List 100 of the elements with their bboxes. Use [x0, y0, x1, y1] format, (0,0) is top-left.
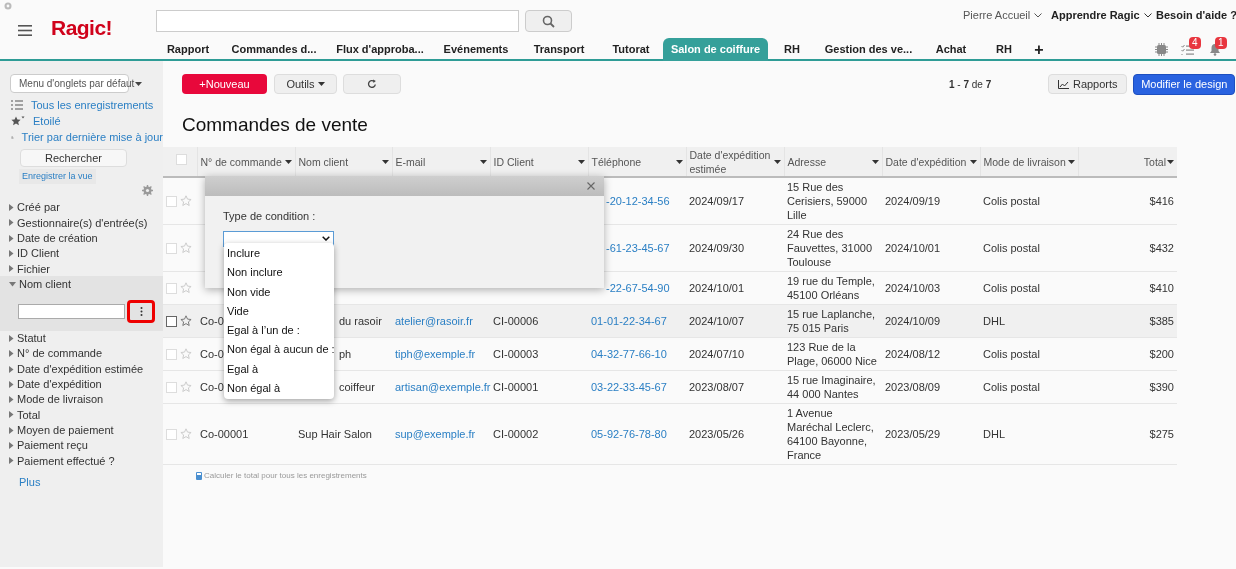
- dropdown-option[interactable]: Non vide: [224, 282, 334, 302]
- caret-icon[interactable]: [1067, 159, 1075, 164]
- phone-link[interactable]: 04-32-77-66-10: [591, 348, 667, 360]
- refresh-button[interactable]: [343, 74, 401, 94]
- phone-link[interactable]: -61-23-45-67: [606, 242, 670, 254]
- filter-input[interactable]: [18, 303, 125, 319]
- user-menu[interactable]: Pierre Accueil: [963, 7, 1043, 24]
- menu-icon[interactable]: [18, 25, 32, 36]
- tab[interactable]: Achat: [921, 38, 981, 61]
- search-button[interactable]: Rechercher: [20, 149, 127, 167]
- tab[interactable]: Gestion des ve...: [816, 38, 921, 61]
- tab[interactable]: Commandes d...: [221, 38, 327, 61]
- column-header[interactable]: Total: [1143, 154, 1166, 169]
- caret-icon[interactable]: [969, 159, 977, 164]
- email-link[interactable]: artisan@exemple.fr: [395, 381, 491, 393]
- new-button[interactable]: +Nouveau: [182, 74, 267, 94]
- caret-icon[interactable]: [1167, 159, 1174, 164]
- star-icon[interactable]: [180, 381, 192, 393]
- search-button[interactable]: [525, 10, 572, 32]
- email-link[interactable]: atelier@rasoir.fr: [395, 315, 473, 327]
- filter-item[interactable]: N° de commande: [0, 346, 103, 362]
- caret-icon[interactable]: [381, 159, 389, 164]
- star-icon[interactable]: [180, 315, 192, 327]
- dropdown-value: Menu d'onglets par défaut: [19, 77, 135, 91]
- design-button[interactable]: Modifier le design: [1133, 73, 1236, 95]
- refresh-icon: [367, 79, 377, 89]
- add-tab-button[interactable]: +: [1027, 38, 1051, 61]
- column-header[interactable]: Adresse: [787, 154, 827, 169]
- star-icon[interactable]: [180, 428, 192, 440]
- dropdown-option[interactable]: Non égal à: [224, 379, 334, 399]
- column-header[interactable]: N° de commande: [200, 154, 282, 169]
- caret-icon[interactable]: [773, 159, 781, 164]
- email-link[interactable]: tiph@exemple.fr: [395, 348, 476, 360]
- tab[interactable]: Transport: [519, 38, 599, 61]
- view-link[interactable]: Trier par dernière mise à jour: [0, 129, 163, 145]
- phone-link[interactable]: 03-22-33-45-67: [591, 381, 667, 393]
- tab[interactable]: RH: [768, 38, 816, 61]
- tab[interactable]: Rapport: [155, 38, 221, 61]
- caret-icon[interactable]: [577, 159, 585, 164]
- filter-item[interactable]: Fichier: [0, 261, 50, 277]
- tab[interactable]: RH: [981, 38, 1027, 61]
- filter-item[interactable]: Total: [0, 407, 41, 423]
- star-icon[interactable]: [180, 282, 192, 294]
- filter-item[interactable]: Moyen de paiement: [0, 422, 114, 438]
- tools-button[interactable]: Outils: [274, 74, 337, 94]
- phone-link[interactable]: -20-12-34-56: [606, 195, 670, 207]
- filter-item[interactable]: Statut: [0, 330, 46, 347]
- order-number: Co-0: [200, 348, 224, 360]
- column-header[interactable]: Date d'expédition estimée: [689, 147, 773, 176]
- view-link[interactable]: Tous les enregistrements: [0, 97, 163, 113]
- logo: Ragic!: [51, 17, 113, 38]
- caret-icon[interactable]: [479, 159, 487, 164]
- row-checkbox[interactable]: [166, 315, 177, 327]
- settings-icon[interactable]: [142, 185, 153, 196]
- dropdown-option[interactable]: Non égal à aucun de :: [224, 340, 334, 360]
- column-header[interactable]: Mode de livraison: [983, 154, 1066, 169]
- tab[interactable]: Tutorat: [599, 38, 663, 61]
- reports-button[interactable]: Rapports: [1048, 74, 1128, 94]
- filter-item[interactable]: Date d'expédition estimée: [0, 361, 144, 377]
- column-header[interactable]: Nom client: [298, 154, 349, 169]
- caret-icon[interactable]: [284, 159, 292, 164]
- close-icon[interactable]: [587, 182, 595, 190]
- save-view-link[interactable]: Enregistrer la vue: [19, 169, 96, 184]
- filter-item[interactable]: Paiement effectué ?: [0, 453, 115, 469]
- filter-item[interactable]: Créé par: [0, 200, 60, 216]
- star-icon[interactable]: [180, 242, 192, 254]
- column-header[interactable]: Téléphone: [591, 154, 642, 169]
- tab[interactable]: Evénements: [433, 38, 519, 61]
- options-button[interactable]: [127, 299, 155, 323]
- star-icon[interactable]: [180, 195, 192, 207]
- column-header[interactable]: E-mail: [395, 154, 426, 169]
- phone-link[interactable]: 05-92-76-78-80: [591, 428, 667, 440]
- column-header[interactable]: ID Client: [493, 154, 534, 169]
- dropdown-option[interactable]: Inclure: [224, 244, 334, 264]
- caret-icon[interactable]: [675, 159, 683, 164]
- view-link[interactable]: Etoilé: [0, 113, 163, 129]
- filter-item[interactable]: Mode de livraison: [0, 391, 104, 408]
- caret-icon[interactable]: [871, 159, 879, 164]
- caret-icon: [317, 82, 325, 86]
- filter-item[interactable]: Paiement reçu: [0, 437, 88, 454]
- chip-icon[interactable]: [1155, 43, 1168, 56]
- filter-item[interactable]: Date de création: [0, 230, 98, 246]
- filter-item[interactable]: Nom client: [0, 276, 71, 292]
- address: 1 Avenue Maréchal Leclerc, 64100 Bayonne, France: [787, 407, 874, 461]
- phone-link[interactable]: 01-01-22-34-67: [591, 315, 667, 327]
- column-header[interactable]: Date d'expédition: [885, 154, 967, 169]
- star-icon[interactable]: [180, 348, 192, 360]
- filter-item[interactable]: Date d'expédition: [0, 376, 102, 392]
- table-row[interactable]: Co-00001 Sup Hair Salon sup@exemple.fr CI-00002 05-92-76-78-80 2023/05/26 1 Avenue Maréchal Leclerc, 64100 Bayonne, France 2023/05/29 DHL $275: [163, 403, 1177, 465]
- select-all-checkbox[interactable]: [175, 154, 187, 166]
- tab[interactable]: Flux d'approba...: [327, 38, 433, 61]
- email-link[interactable]: sup@exemple.fr: [395, 428, 476, 440]
- more-link[interactable]: Plus: [19, 474, 163, 491]
- help-link[interactable]: Besoin d'aide ?: [1156, 7, 1236, 24]
- filter-item[interactable]: ID Client: [0, 245, 60, 262]
- settings-icon[interactable]: [3, 1, 13, 11]
- search-field[interactable]: [156, 10, 519, 32]
- filter-item[interactable]: Gestionnaire(s) d'entrée(s): [0, 215, 148, 231]
- phone-link[interactable]: -22-67-54-90: [606, 282, 670, 294]
- learn-menu[interactable]: Apprendre Ragic: [1051, 7, 1152, 24]
